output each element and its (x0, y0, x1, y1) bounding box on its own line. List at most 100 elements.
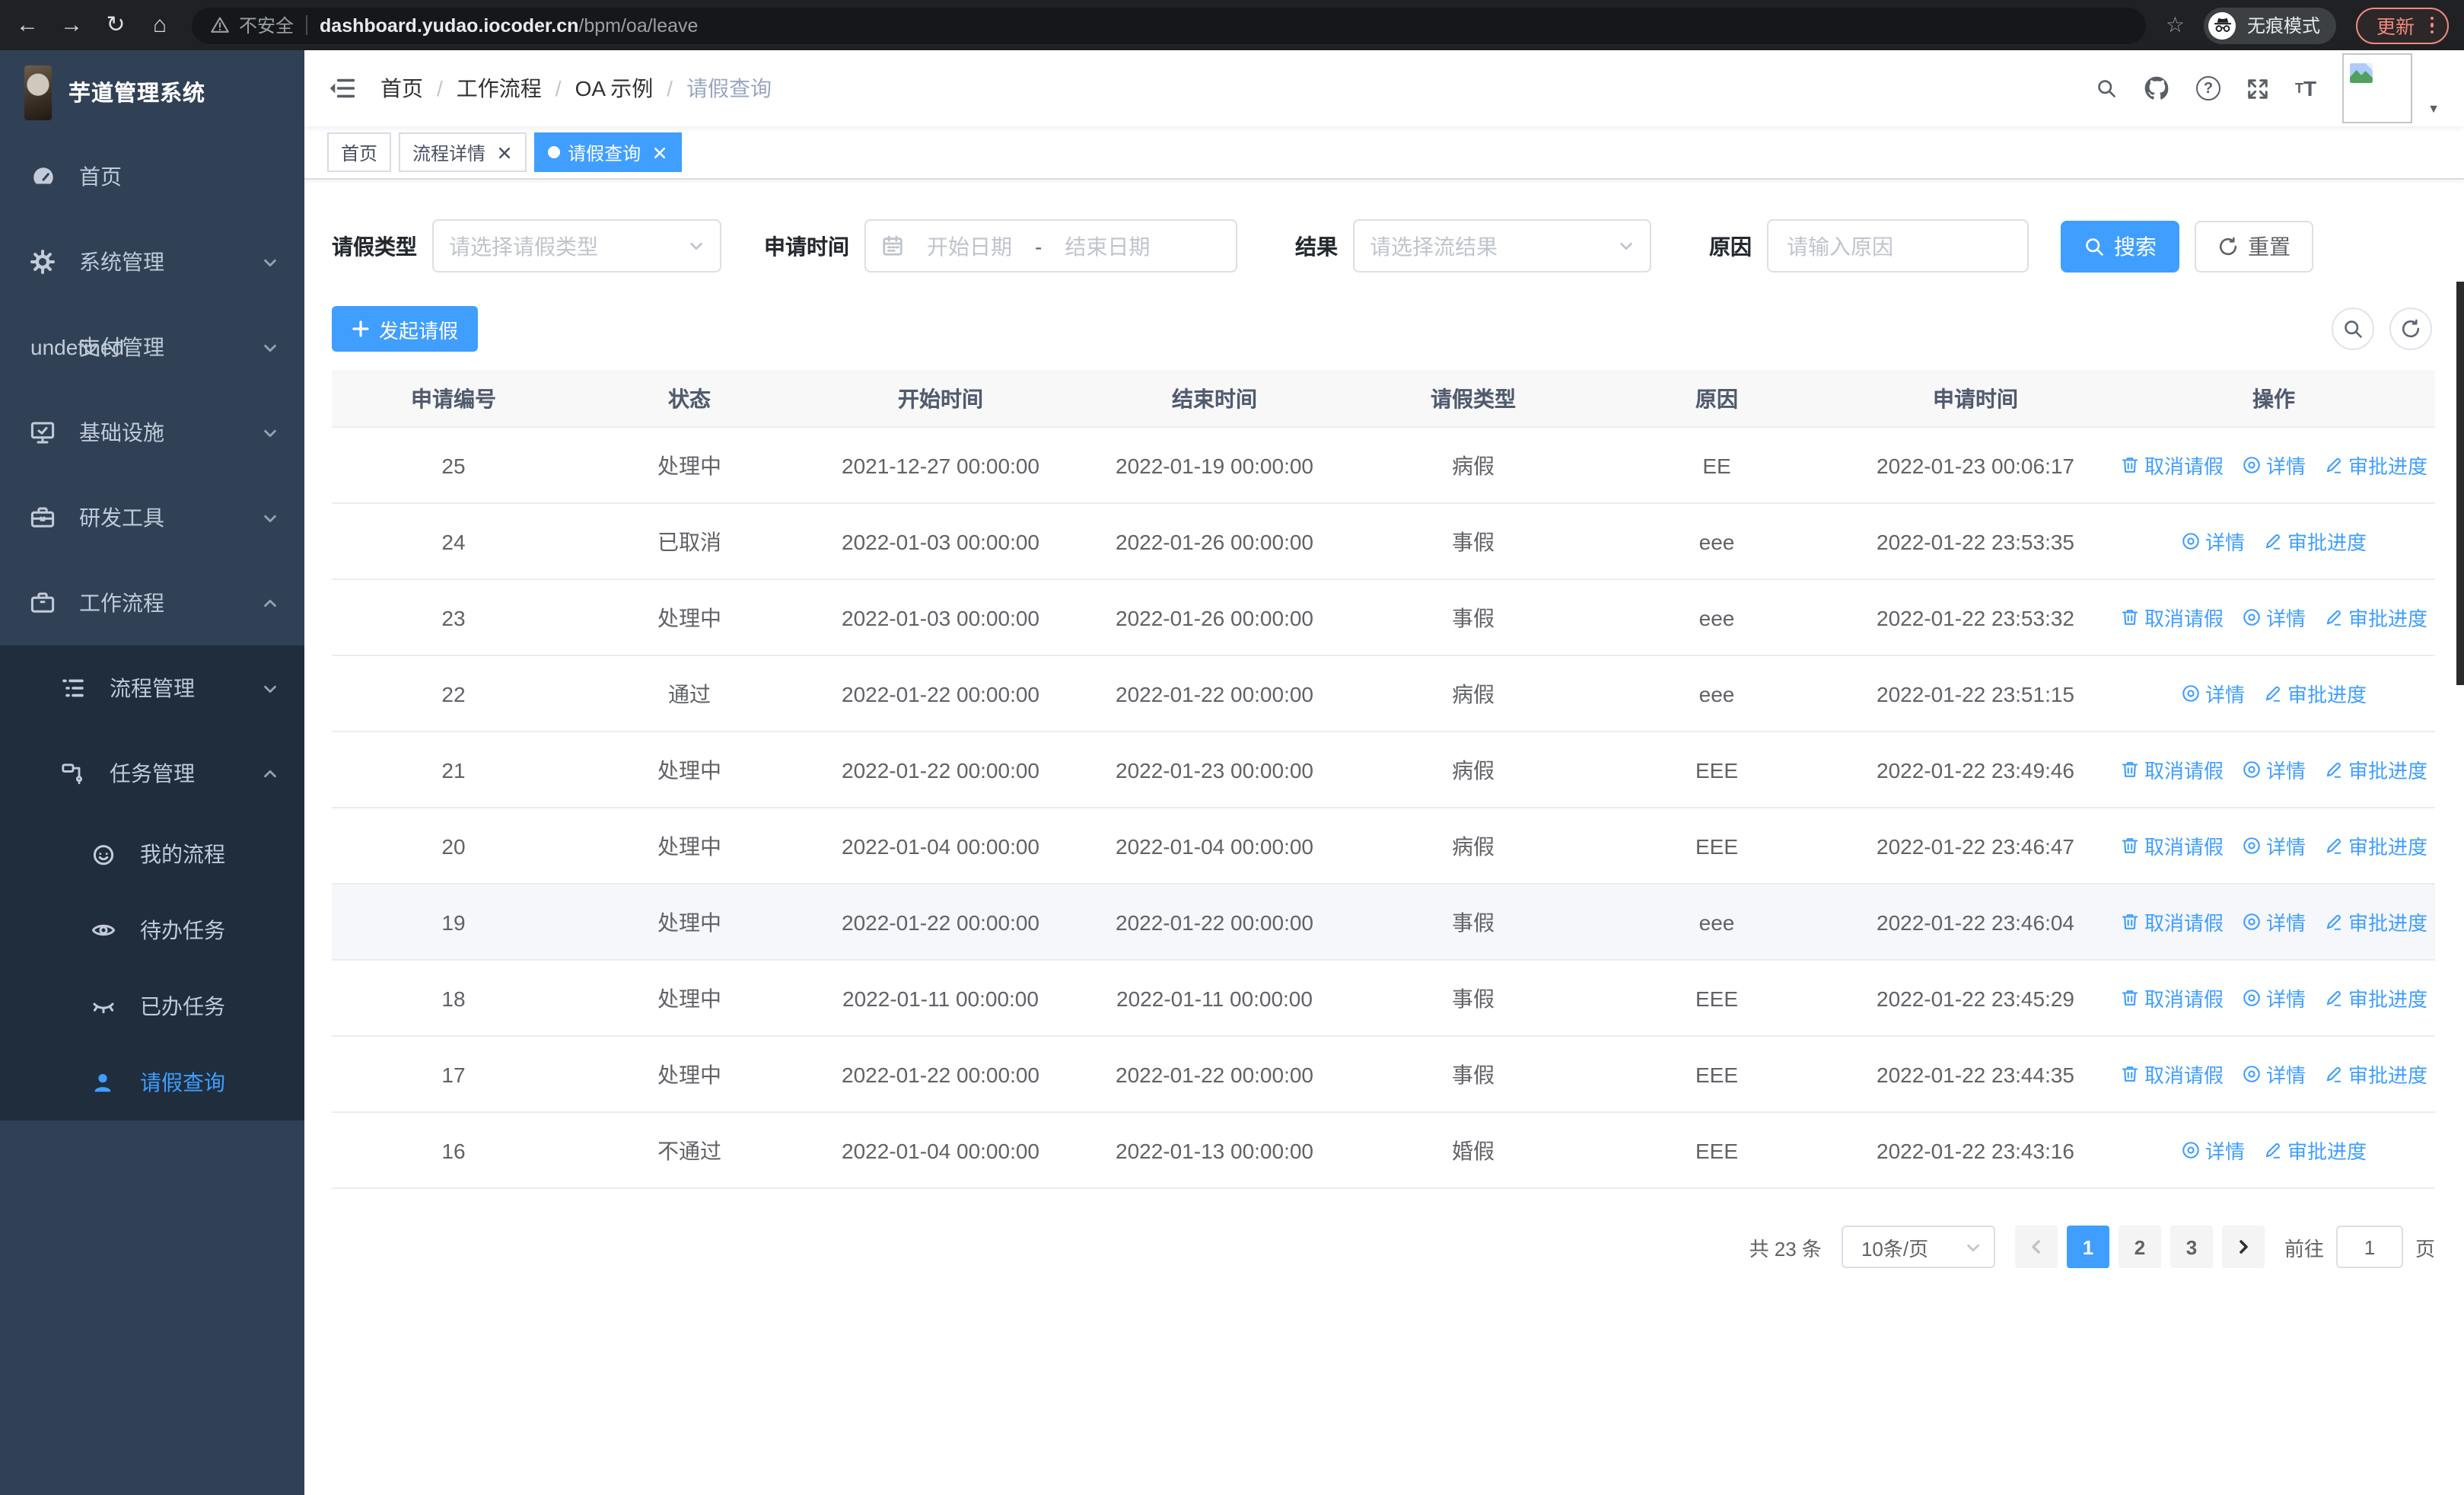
cell-actions: 详情 审批进度 (2112, 655, 2435, 732)
apply-time-label: 申请时间 (764, 234, 849, 258)
detail-link[interactable]: 详情 (2242, 755, 2306, 784)
approval-progress-link[interactable]: 审批进度 (2324, 603, 2427, 632)
close-icon[interactable] (651, 144, 668, 161)
sidebar-item-label: 首页 (79, 164, 122, 189)
security-status[interactable]: 不安全 (210, 12, 294, 38)
sidebar-item[interactable]: 基础设施 (0, 390, 304, 475)
sidebar-item[interactable]: 已办任务 (0, 968, 304, 1044)
detail-link[interactable]: 详情 (2242, 983, 2306, 1012)
approval-progress-link[interactable]: 审批进度 (2324, 831, 2427, 860)
sidebar-item[interactable]: 研发工具 (0, 475, 304, 560)
approval-progress-link[interactable]: 审批进度 (2324, 451, 2427, 480)
detail-link[interactable]: 详情 (2181, 527, 2245, 556)
approval-progress-link[interactable]: 审批进度 (2263, 679, 2367, 708)
sidebar-item[interactable]: 请假查询 (0, 1044, 304, 1120)
cancel-leave-link[interactable]: 取消请假 (2120, 755, 2224, 784)
table-row: 21 处理中 2022-01-22 00:00:00 2022-01-23 00:00… (332, 732, 2435, 808)
apply-time-range-picker[interactable]: - (864, 219, 1237, 273)
cell-end: 2022-01-23 00:00:00 (1078, 732, 1351, 808)
reason-input[interactable] (1768, 234, 2027, 258)
approval-progress-link[interactable]: 审批进度 (2324, 1060, 2427, 1089)
approval-progress-link[interactable]: 审批进度 (2324, 755, 2427, 784)
cancel-leave-link[interactable]: 取消请假 (2120, 983, 2224, 1012)
top-navbar: 首页 / 工作流程 / OA 示例 / 请假查询 ? TT ▼ (304, 50, 2464, 126)
sidebar-item[interactable]: 我的流程 (0, 816, 304, 892)
header-search-icon[interactable] (2096, 78, 2117, 99)
my-process-face-icon (91, 842, 117, 866)
sidebar-item[interactable]: 流程管理 (0, 645, 304, 731)
chevron-down-icon (262, 339, 279, 355)
column-header: 申请编号 (332, 370, 575, 428)
leave-type-select[interactable]: 请选择请假类型 (432, 219, 721, 273)
browser-reload-icon[interactable]: ↻ (103, 14, 128, 37)
breadcrumb-item[interactable]: OA 示例 (575, 73, 654, 104)
bookmark-star-icon[interactable]: ☆ (2166, 12, 2185, 38)
yen-icon: undefined (30, 335, 125, 359)
page-button[interactable]: 1 (2066, 1226, 2109, 1268)
detail-link[interactable]: 详情 (2242, 1060, 2306, 1089)
prev-page-button[interactable] (2014, 1226, 2058, 1268)
sidebar-item[interactable]: 任务管理 (0, 731, 304, 816)
address-bar[interactable]: 不安全 dashboard.yudao.iocoder.cn/bpm/oa/le… (192, 7, 2146, 43)
approval-progress-link[interactable]: 审批进度 (2324, 907, 2427, 936)
user-avatar-menu[interactable]: ▼ (2342, 53, 2440, 123)
help-icon[interactable]: ? (2196, 76, 2221, 100)
browser-forward-icon[interactable]: → (59, 14, 84, 37)
end-date-input[interactable] (1048, 232, 1167, 260)
fullscreen-icon[interactable] (2246, 77, 2269, 100)
eye-detail-icon (2242, 455, 2262, 475)
approval-progress-link[interactable]: 审批进度 (2324, 983, 2427, 1012)
page-size-select[interactable]: 10条/页 (1841, 1226, 1995, 1268)
show-search-toggle-button[interactable] (2332, 308, 2374, 350)
sidebar-item[interactable]: 首页 (0, 134, 304, 219)
browser-menu-kebab-icon[interactable] (2427, 14, 2437, 37)
browser-home-icon[interactable]: ⌂ (148, 14, 172, 37)
cancel-leave-link[interactable]: 取消请假 (2120, 451, 2224, 480)
create-leave-button[interactable]: 发起请假 (332, 306, 479, 352)
sidebar-item[interactable]: undefined 支付管理 (0, 304, 304, 390)
cancel-leave-link[interactable]: 取消请假 (2120, 831, 2224, 860)
close-icon[interactable] (496, 144, 513, 161)
sidebar-item[interactable]: 待办任务 (0, 892, 304, 968)
sidebar-item[interactable]: 系统管理 (0, 219, 304, 304)
browser-scrollbar-thumb[interactable] (2456, 282, 2464, 685)
breadcrumb-item[interactable]: 工作流程 (457, 73, 542, 104)
search-button[interactable]: 搜索 (2061, 220, 2179, 272)
detail-link[interactable]: 详情 (2181, 679, 2245, 708)
detail-link[interactable]: 详情 (2242, 907, 2306, 936)
sidebar-item[interactable]: 工作流程 (0, 560, 304, 645)
sidebar-collapse-icon[interactable] (329, 75, 356, 102)
tab-active[interactable]: 请假查询 (534, 132, 683, 172)
tab-item[interactable]: 流程详情 (399, 132, 527, 172)
goto-page-input[interactable] (2335, 1226, 2403, 1268)
breadcrumb-item[interactable]: 首页 (380, 73, 423, 104)
detail-link[interactable]: 详情 (2242, 831, 2306, 860)
browser-back-icon[interactable]: ← (15, 14, 40, 37)
detail-link[interactable]: 详情 (2181, 1136, 2245, 1165)
next-page-button[interactable] (2221, 1226, 2265, 1268)
font-size-icon[interactable]: TT (2295, 76, 2316, 100)
page-button[interactable]: 3 (2170, 1226, 2213, 1268)
browser-update-button[interactable]: 更新 (2356, 7, 2449, 43)
result-select[interactable]: 请选择流结果 (1353, 219, 1651, 273)
tab-item[interactable]: 首页 (327, 132, 392, 172)
approval-progress-link[interactable]: 审批进度 (2263, 1136, 2367, 1165)
github-icon[interactable] (2143, 75, 2170, 102)
cancel-leave-link[interactable]: 取消请假 (2120, 907, 2224, 936)
page-button[interactable]: 2 (2118, 1226, 2161, 1268)
refresh-table-button[interactable] (2389, 308, 2432, 350)
pen-icon (2324, 607, 2344, 627)
cancel-leave-link[interactable]: 取消请假 (2120, 1060, 2224, 1089)
approval-progress-link[interactable]: 审批进度 (2263, 527, 2367, 556)
reset-button[interactable]: 重置 (2195, 220, 2313, 272)
approval-progress-link-label: 审批进度 (2287, 684, 2367, 706)
sidebar-logo[interactable]: 芋道管理系统 (0, 50, 304, 134)
pen-icon (2263, 531, 2283, 551)
cancel-leave-link[interactable]: 取消请假 (2120, 603, 2224, 632)
cell-status: 处理中 (575, 960, 804, 1037)
avatar[interactable] (2342, 53, 2413, 123)
detail-link[interactable]: 详情 (2242, 451, 2306, 480)
start-date-input[interactable] (910, 232, 1029, 260)
detail-link[interactable]: 详情 (2242, 603, 2306, 632)
cell-actions: 取消请假 详情 审批进度 (2112, 427, 2435, 504)
